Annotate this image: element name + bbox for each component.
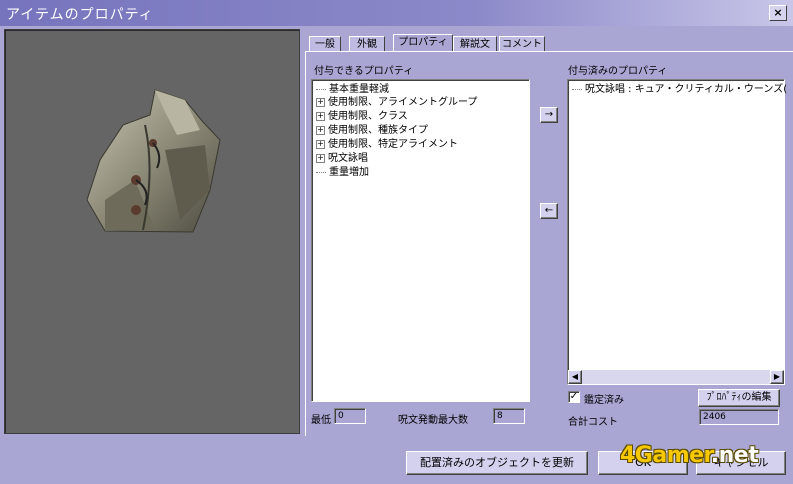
- tree-line-icon: [572, 88, 582, 90]
- tree-item[interactable]: + 使用制限、種族タイプ: [316, 124, 428, 137]
- assigned-properties-label: 付与済みのプロパティ: [568, 66, 668, 77]
- max-spell-label: 呪文発動最大数: [398, 415, 468, 426]
- expand-icon[interactable]: +: [316, 139, 325, 149]
- tree-item[interactable]: + 使用制限、クラス: [316, 110, 408, 123]
- tree-item[interactable]: + 使用制限、特定アライメント: [316, 138, 458, 151]
- expand-icon[interactable]: +: [316, 111, 325, 121]
- tab-comment[interactable]: コメント: [499, 36, 545, 52]
- total-cost-label: 合計コスト: [568, 417, 618, 428]
- add-property-button[interactable]: →: [540, 107, 558, 123]
- tab-description[interactable]: 解説文: [453, 36, 497, 52]
- scroll-right-icon[interactable]: ▶: [770, 370, 784, 384]
- window-title: アイテムのプロパティ: [6, 7, 154, 23]
- tab-properties[interactable]: プロパティ: [393, 34, 453, 52]
- total-cost-field: 2406: [699, 409, 779, 425]
- item-model-image: [86, 89, 221, 233]
- tree-line-icon: [316, 171, 326, 173]
- expand-icon[interactable]: +: [316, 153, 325, 163]
- min-level-field[interactable]: 0: [334, 408, 366, 424]
- tree-item[interactable]: 重量増加: [316, 166, 369, 179]
- title-bar: アイテムのプロパティ ×: [0, 0, 793, 26]
- tree-item[interactable]: 呪文詠唱 : キュア・クリティカル・ウーンズ(: [572, 83, 787, 96]
- edit-property-button[interactable]: ﾌﾟﾛﾊﾟﾃｨの編集: [698, 389, 780, 407]
- update-objects-button[interactable]: 配置済みのオブジェクトを更新: [406, 451, 588, 475]
- close-button[interactable]: ×: [769, 5, 787, 21]
- scroll-left-icon[interactable]: ◀: [568, 370, 582, 384]
- identified-label: 鑑定済み: [584, 395, 624, 406]
- max-spell-field[interactable]: 8: [493, 408, 525, 424]
- tree-line-icon: [316, 88, 326, 90]
- horizontal-scrollbar[interactable]: ◀ ▶: [568, 370, 784, 384]
- tree-item[interactable]: 基本重量軽減: [316, 83, 389, 96]
- watermark-logo: 4Gamer.net: [620, 443, 759, 468]
- min-level-label: 最低: [311, 415, 331, 426]
- tab-appearance[interactable]: 外観: [349, 36, 385, 52]
- item-preview: [4, 29, 300, 434]
- remove-property-button[interactable]: ←: [540, 203, 558, 219]
- tree-item[interactable]: + 使用制限、アライメントグループ: [316, 96, 477, 109]
- available-properties-label: 付与できるプロパティ: [314, 66, 414, 77]
- available-properties-tree[interactable]: 基本重量軽減 + 使用制限、アライメントグループ + 使用制限、クラス + 使用制限、…: [311, 79, 530, 402]
- identified-checkbox[interactable]: ✓: [568, 391, 580, 403]
- expand-icon[interactable]: +: [316, 97, 325, 107]
- assigned-properties-tree[interactable]: 呪文詠唱 : キュア・クリティカル・ウーンズ( ◀ ▶: [567, 79, 787, 385]
- tree-item[interactable]: + 呪文詠唱: [316, 152, 368, 165]
- expand-icon[interactable]: +: [316, 125, 325, 135]
- tab-general[interactable]: 一般: [309, 36, 341, 52]
